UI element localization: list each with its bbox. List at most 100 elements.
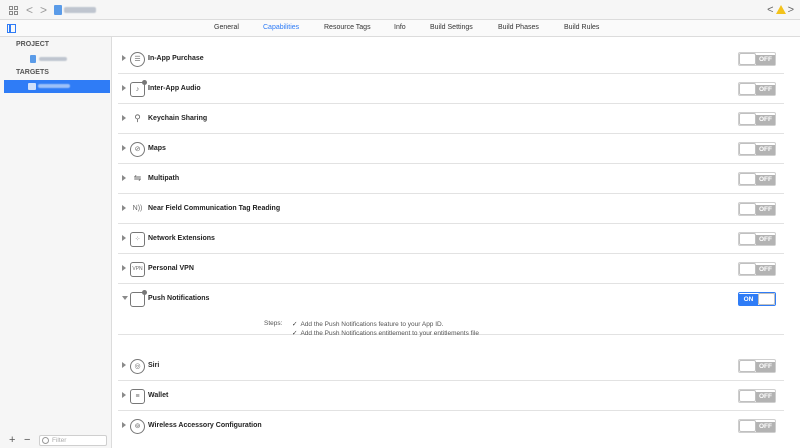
capability-toggle[interactable]: OFF: [738, 112, 776, 126]
capability-row-keychain-sharing[interactable]: ⚲ Keychain Sharing OFF: [118, 104, 784, 134]
tab-build-phases[interactable]: Build Phases: [498, 24, 539, 31]
capability-toggle[interactable]: OFF: [738, 172, 776, 186]
disclosure-triangle-icon[interactable]: [122, 55, 126, 61]
toggle-state: OFF: [756, 265, 775, 275]
issue-back-arrow-icon[interactable]: <: [767, 4, 773, 16]
disclosure-triangle-icon[interactable]: [122, 265, 126, 271]
remove-button[interactable]: −: [24, 434, 30, 446]
inter-app-audio-icon: ♪: [130, 80, 147, 97]
capability-row-inter-app-audio[interactable]: ♪ Inter-App Audio OFF: [118, 74, 784, 104]
filter-icon: [42, 437, 49, 444]
capability-row-wireless-accessory[interactable]: ⊚ Wireless Accessory Configuration OFF: [118, 411, 784, 441]
toggle-knob: [739, 420, 756, 432]
toggle-knob: [739, 263, 756, 275]
vpn-icon: VPN: [130, 262, 145, 277]
capability-toggle[interactable]: ON: [738, 292, 776, 306]
step-item: ✓ Add the Push Notifications feature to y…: [292, 320, 444, 328]
capability-row-multipath[interactable]: ⇋ Multipath OFF: [118, 164, 784, 194]
disclosure-triangle-icon[interactable]: [122, 145, 126, 151]
disclosure-triangle-expanded-icon[interactable]: [122, 296, 128, 300]
tab-resource-tags[interactable]: Resource Tags: [324, 24, 371, 31]
capability-row-maps[interactable]: ⊘ Maps OFF: [118, 134, 784, 164]
network-extensions-icon: ⁘: [130, 232, 145, 247]
toggle-knob: [758, 293, 775, 305]
capability-label: Maps: [148, 145, 166, 152]
grid-icon[interactable]: [9, 6, 18, 15]
maps-icon: ⊘: [130, 142, 145, 157]
toggle-knob: [739, 83, 756, 95]
capability-row-push-notifications[interactable]: Push Notifications ON Steps: ✓ Add the Pu…: [118, 284, 784, 337]
toggle-knob: [739, 143, 756, 155]
step-text: Add the Push Notifications feature to yo…: [300, 321, 444, 328]
capability-row-in-app-purchase[interactable]: ☰ In-App Purchase OFF: [118, 44, 784, 74]
keychain-icon: ⚲: [134, 113, 141, 123]
tab-general[interactable]: General: [214, 24, 239, 31]
toggle-knob: [739, 203, 756, 215]
capability-toggle[interactable]: OFF: [738, 202, 776, 216]
disclosure-triangle-icon[interactable]: [122, 392, 126, 398]
capability-label: Wallet: [148, 392, 169, 399]
capability-toggle[interactable]: OFF: [738, 389, 776, 403]
project-section-title: PROJECT: [16, 41, 50, 48]
disclosure-triangle-icon[interactable]: [122, 175, 126, 181]
capability-row-nfc-tag-reading[interactable]: N)) Near Field Communication Tag Reading…: [118, 194, 784, 224]
disclosure-triangle-icon[interactable]: [122, 85, 126, 91]
capability-toggle[interactable]: OFF: [738, 359, 776, 373]
disclosure-triangle-icon[interactable]: [122, 362, 126, 368]
step-item: ✓ Add the Push Notifications entitlement …: [292, 329, 479, 337]
sidebar-footer: + − Filter: [0, 433, 112, 448]
capability-label: Siri: [148, 362, 160, 369]
capability-toggle[interactable]: OFF: [738, 52, 776, 66]
project-file-icon: [54, 5, 62, 15]
disclosure-triangle-icon[interactable]: [122, 205, 126, 211]
tab-build-settings[interactable]: Build Settings: [430, 24, 473, 31]
toggle-knob: [739, 360, 756, 372]
capability-label: Push Notifications: [148, 295, 210, 302]
disclosure-triangle-icon[interactable]: [122, 235, 126, 241]
toggle-knob: [739, 173, 756, 185]
toggle-state: OFF: [756, 362, 775, 372]
sidebar-toggle-icon[interactable]: [7, 24, 16, 33]
toggle-knob: [739, 113, 756, 125]
forward-arrow-icon[interactable]: >: [40, 3, 47, 17]
capability-label: Inter-App Audio: [148, 85, 201, 92]
add-button[interactable]: +: [9, 434, 15, 446]
toggle-knob: [739, 233, 756, 245]
target-item-selected[interactable]: [4, 80, 110, 93]
capability-label: Personal VPN: [148, 265, 194, 272]
capability-toggle[interactable]: OFF: [738, 262, 776, 276]
issue-forward-arrow-icon[interactable]: >: [788, 4, 794, 16]
capability-row-wallet[interactable]: ≡ Wallet OFF: [118, 381, 784, 411]
capability-row-network-extensions[interactable]: ⁘ Network Extensions OFF: [118, 224, 784, 254]
warning-icon[interactable]: [775, 5, 786, 14]
redacted-project-name[interactable]: [64, 7, 96, 13]
in-app-purchase-icon: ☰: [130, 52, 145, 67]
capability-label: Network Extensions: [148, 235, 215, 242]
issue-navigator[interactable]: < >: [767, 3, 794, 17]
wallet-icon: ≡: [130, 389, 145, 404]
step-text: Add the Push Notifications entitlement t…: [300, 330, 479, 337]
capability-toggle[interactable]: OFF: [738, 82, 776, 96]
capability-toggle[interactable]: OFF: [738, 232, 776, 246]
redacted-project-name: [39, 57, 67, 61]
tab-info[interactable]: Info: [394, 24, 406, 31]
tab-capabilities[interactable]: Capabilities: [263, 24, 299, 31]
tab-build-rules[interactable]: Build Rules: [564, 24, 599, 31]
toggle-state: OFF: [756, 235, 775, 245]
capability-row-personal-vpn[interactable]: VPN Personal VPN OFF: [118, 254, 784, 284]
disclosure-triangle-icon[interactable]: [122, 115, 126, 121]
back-arrow-icon[interactable]: <: [26, 3, 33, 17]
capability-toggle[interactable]: OFF: [738, 142, 776, 156]
toggle-state: OFF: [756, 55, 775, 65]
capability-label: Keychain Sharing: [148, 115, 208, 122]
project-sidebar: PROJECT TARGETS + − Filter: [0, 37, 112, 448]
targets-section-title: TARGETS: [16, 69, 49, 76]
push-steps: Steps: ✓ Add the Push Notifications featu…: [118, 320, 784, 340]
toggle-knob: [739, 390, 756, 402]
capability-toggle[interactable]: OFF: [738, 419, 776, 433]
toggle-state: ON: [739, 294, 758, 305]
toggle-state: OFF: [756, 85, 775, 95]
capability-row-siri[interactable]: ◎ Siri OFF: [118, 351, 784, 381]
disclosure-triangle-icon[interactable]: [122, 422, 126, 428]
filter-input[interactable]: Filter: [39, 435, 107, 446]
